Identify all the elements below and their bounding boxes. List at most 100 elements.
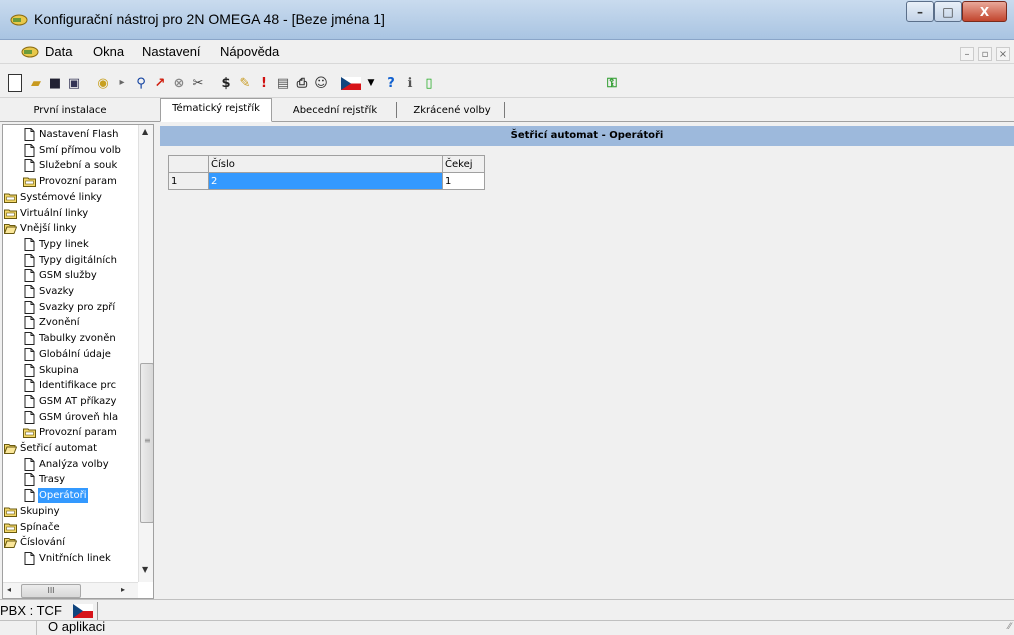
tree-horizontal-scrollbar[interactable]: ◂ III ▸ (3, 582, 138, 598)
users-icon[interactable]: ☺ (312, 74, 330, 92)
menu-okna[interactable]: Okna (93, 44, 124, 59)
document-icon (23, 332, 36, 346)
menu-bar: Data Okna Nastavení Nápověda – ▫ × (0, 40, 1014, 64)
navigation-tree[interactable]: Nastavení Flash Smí přímou volb Služební a… (2, 124, 154, 599)
tools-icon[interactable]: ✂ (189, 74, 207, 92)
mdi-minimize-button[interactable]: – (960, 47, 974, 61)
tree-item-label: Virtuální linky (20, 207, 89, 219)
menu-app-icon (21, 46, 39, 58)
tree-item-label: Číslování (20, 537, 66, 549)
column-header-cislo[interactable]: Číslo (208, 155, 443, 173)
tree-item-label: Skupiny (20, 505, 60, 517)
stop-icon[interactable]: ⊗ (170, 74, 188, 92)
tree-item-label: Vnitřních linek (39, 552, 111, 564)
folder-icon (4, 505, 17, 518)
tab-prvni-instalace[interactable]: První instalace (0, 101, 140, 121)
scroll-left-icon[interactable]: ◂ (7, 585, 11, 594)
folder-icon (23, 175, 36, 188)
save-icon[interactable]: ■ (46, 74, 64, 92)
image-icon[interactable]: ▤ (274, 74, 292, 92)
document-icon (23, 237, 36, 251)
document-icon (23, 285, 36, 298)
status-bar: PBX : TCF O aplikaci ⁄⁄ (0, 599, 1014, 635)
document-icon (23, 363, 36, 377)
new-file-icon[interactable] (8, 74, 22, 92)
column-header-cekej[interactable]: Čekej (442, 155, 485, 173)
tree-item-label: Identifikace prc (39, 380, 117, 392)
minimize-button[interactable]: – (906, 1, 934, 22)
status-flag-icon (73, 604, 93, 618)
tree-item-label: Systémové linky (20, 191, 102, 203)
app-icon (10, 14, 28, 26)
mdi-close-button[interactable]: × (996, 47, 1010, 61)
tree-vertical-scrollbar[interactable]: ▲ ≡ ▼ (138, 125, 153, 582)
tree-item-label: GSM služby (39, 270, 97, 282)
menu-data[interactable]: Data (45, 44, 72, 59)
scroll-down-icon[interactable]: ▼ (142, 565, 148, 574)
menu-nastaveni[interactable]: Nastavení (142, 44, 201, 59)
tree-horizontal-scroll-thumb[interactable]: III (21, 584, 81, 598)
tree-vertical-scroll-thumb[interactable]: ≡ (140, 363, 153, 523)
tree-item-label: GSM AT příkazy (39, 395, 117, 407)
operators-table: Číslo Čekej 1 2 1 (168, 155, 485, 190)
dollar-icon[interactable]: $ (217, 74, 235, 92)
info-icon[interactable]: ℹ (401, 74, 419, 92)
tab-zkracene-volby[interactable]: Zkrácené volby (400, 101, 504, 121)
folder-icon (4, 207, 17, 220)
connect-icon[interactable]: ⚲ (132, 74, 150, 92)
table-row[interactable]: 1 2 1 (168, 172, 485, 190)
tree-item-label: Služební a souk (39, 160, 118, 172)
document-icon (23, 269, 36, 283)
play-icon[interactable]: ▸ (113, 74, 131, 92)
language-dropdown-icon[interactable]: ▼ (362, 74, 380, 92)
tree-item-label: Trasy (39, 474, 66, 486)
tree-item-label: Provozní param (39, 427, 117, 439)
cell-cislo[interactable]: 2 (208, 172, 443, 190)
document-icon (23, 379, 36, 393)
about-link[interactable]: O aplikaci (48, 619, 105, 635)
document-icon (23, 347, 36, 361)
folder-open-icon (3, 536, 18, 549)
scroll-right-icon[interactable]: ▸ (121, 585, 125, 594)
folder-open-icon (3, 222, 18, 235)
save-as-icon[interactable]: ▣ (65, 74, 83, 92)
tree-item-label: Typy digitálních (39, 254, 117, 266)
wizard-icon[interactable]: ◉ (94, 74, 112, 92)
tab-abecedni-rejstrik[interactable]: Abecední rejstřík (275, 101, 395, 121)
key-access-icon[interactable]: ⚿ (603, 74, 621, 92)
exit-icon[interactable]: ▯ (420, 74, 438, 92)
tree-item-label: Tabulky zvoněn (39, 333, 116, 345)
tree-item-label: Globální údaje (39, 348, 111, 360)
document-icon (23, 457, 36, 471)
key-icon[interactable]: ✎ (236, 74, 254, 92)
open-folder-icon[interactable]: ▰ (27, 74, 45, 92)
tab-tematicky-rejstrik[interactable]: Tématický rejstřík (160, 98, 272, 122)
document-icon (23, 489, 36, 503)
menu-napoveda[interactable]: Nápověda (220, 44, 279, 59)
tree-item-label: Operátoři (38, 488, 88, 504)
upload-icon[interactable]: ↗ (151, 74, 169, 92)
panel-title: Šetřicí automat - Operátoři (160, 126, 1014, 146)
resize-grip-icon[interactable]: ⁄⁄ (1008, 622, 1011, 632)
tree-item-label: Spínače (20, 521, 60, 533)
mdi-restore-button[interactable]: ▫ (978, 47, 992, 61)
help-icon[interactable]: ? (382, 74, 400, 92)
cell-cekej[interactable]: 1 (442, 172, 485, 190)
print-icon[interactable]: ⎙ (293, 74, 311, 92)
scroll-up-icon[interactable]: ▲ (142, 127, 148, 136)
tree-item-label: Typy linek (39, 238, 89, 250)
language-flag-icon[interactable] (340, 74, 362, 92)
tree-item-label: Šetřicí automat (20, 443, 98, 454)
maximize-button[interactable]: □ (934, 1, 962, 22)
tree-item-label: Provozní param (39, 176, 117, 188)
tree-item-label: Analýza volby (39, 458, 109, 470)
tree-item-label: Svazky (39, 286, 74, 297)
folder-icon (23, 426, 36, 439)
tree-item-label: Zvonění (39, 317, 80, 329)
alert-icon[interactable]: ! (255, 74, 273, 92)
window-title: Konfigurační nástroj pro 2N OMEGA 48 - [… (34, 11, 385, 27)
row-index[interactable]: 1 (168, 172, 209, 190)
folder-icon (4, 521, 17, 534)
close-button[interactable]: X (962, 1, 1007, 22)
tree-item-label: Vnější linky (20, 223, 77, 235)
